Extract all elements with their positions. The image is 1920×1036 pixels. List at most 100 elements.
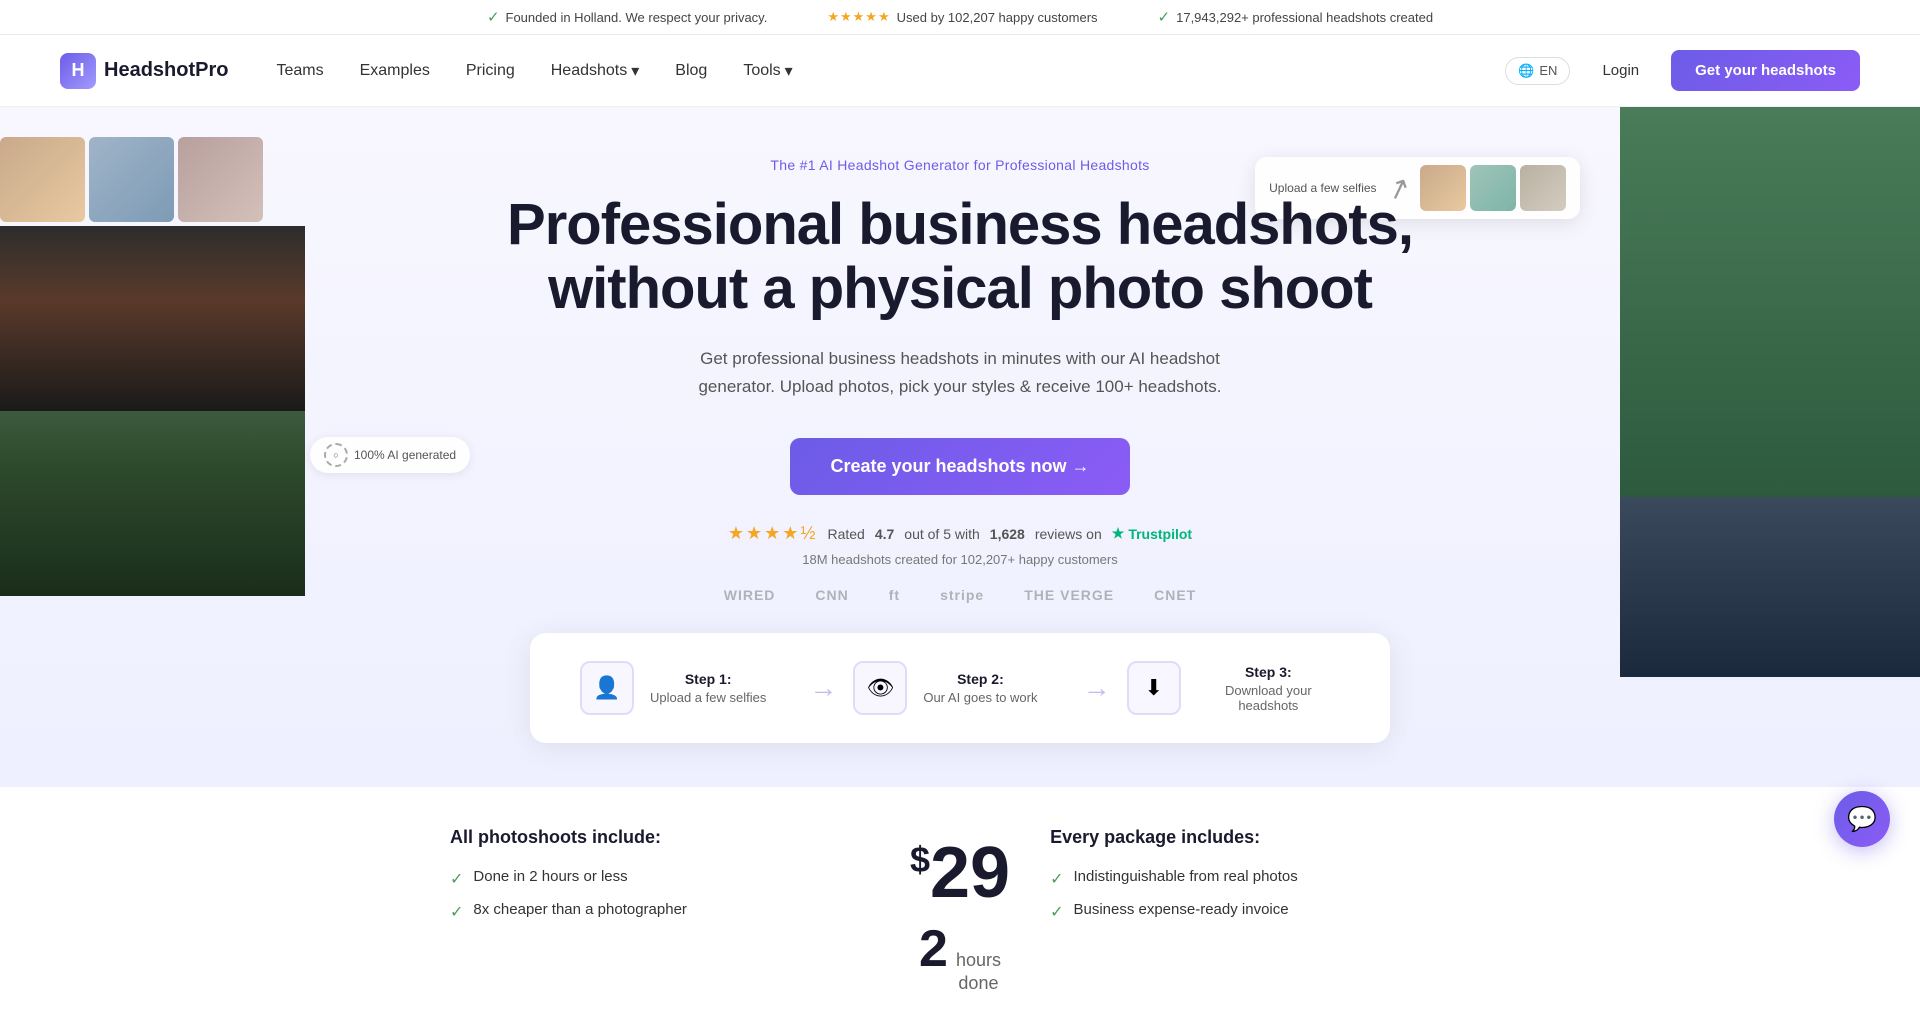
customers-count-text: 18M headshots created for 102,207+ happy…	[400, 552, 1520, 567]
check-icon-pkg-1: ✓	[450, 869, 463, 889]
step-1: 👤 Step 1: Upload a few selfies	[580, 661, 793, 715]
step-2-icon: 👁	[853, 661, 907, 715]
press-logo-stripe: stripe	[940, 587, 984, 603]
stars-rating: ★★★★½	[728, 523, 818, 544]
hero-badge: The #1 AI Headshot Generator for Profess…	[400, 157, 1520, 173]
hero-title-line2: without a physical photo shoot	[548, 256, 1372, 321]
logo-text: HeadshotPro	[104, 59, 228, 82]
press-logo-cnet: CNET	[1154, 587, 1196, 603]
package-item-2-text: 8x cheaper than a photographer	[473, 901, 687, 918]
reviews-on-text: reviews on	[1035, 526, 1102, 542]
stars-display: ★★★★½	[728, 523, 818, 543]
step-2-text: Step 2: Our AI goes to work	[923, 671, 1037, 705]
price-center: $29 2 hours done	[910, 827, 1010, 996]
hours-label: hours done	[956, 949, 1001, 996]
hero-subtitle: Get professional business headshots in m…	[660, 345, 1260, 403]
headshots-created-text: 17,943,292+ professional headshots creat…	[1176, 10, 1433, 25]
nav-link-pricing[interactable]: Pricing	[466, 62, 515, 80]
trustpilot-logo: ★ Trustpilot	[1112, 525, 1192, 542]
price-value: 29	[930, 833, 1010, 913]
chevron-down-icon: ▾	[631, 61, 639, 81]
package-item-1: ✓ Done in 2 hours or less	[450, 868, 870, 889]
step-3-icon: ⬇	[1127, 661, 1181, 715]
logo[interactable]: H HeadshotPro	[60, 53, 228, 89]
check-icon-2: ✓	[1158, 8, 1171, 26]
chevron-down-icon-2: ▾	[785, 61, 793, 81]
step-3-label: Step 3:	[1197, 664, 1340, 680]
topbar-item-headshots: ✓ 17,943,292+ professional headshots cre…	[1158, 8, 1434, 26]
out-of-text: out of 5 with	[904, 526, 980, 542]
hours-display: 2 hours done	[910, 919, 1010, 996]
step-3: ⬇ Step 3: Download your headshots	[1127, 661, 1340, 715]
flag-icon: 🌐	[1518, 63, 1534, 79]
press-logo-cnn: CNN	[815, 587, 848, 603]
package-item-real-photos: ✓ Indistinguishable from real photos	[1050, 868, 1470, 889]
nav-link-headshots[interactable]: Headshots ▾	[551, 61, 640, 81]
step-arrow-2: →	[1083, 672, 1111, 704]
check-icon-pkg-3: ✓	[1050, 869, 1063, 889]
price-display: $29	[910, 837, 1010, 909]
package-item-invoice: ✓ Business expense-ready invoice	[1050, 901, 1470, 922]
topbar-item-rating: ★★★★★ Used by 102,207 happy customers	[827, 9, 1097, 25]
navbar: H HeadshotPro Teams Examples Pricing Hea…	[0, 35, 1920, 107]
nav-link-examples[interactable]: Examples	[360, 62, 430, 80]
hero-cta-button[interactable]: Create your headshots now →	[790, 438, 1129, 495]
step-1-label: Step 1:	[650, 671, 766, 687]
privacy-text: Founded in Holland. We respect your priv…	[506, 10, 768, 25]
lang-text: EN	[1539, 63, 1557, 78]
hero-section: ○ 100% AI generated Upload a few selfies…	[0, 107, 1920, 787]
check-icon-pkg-4: ✓	[1050, 902, 1063, 922]
price-symbol: $	[910, 839, 930, 880]
stars-icon: ★★★★★	[827, 9, 890, 25]
package-item-2: ✓ 8x cheaper than a photographer	[450, 901, 870, 922]
step-arrow-1: →	[809, 672, 837, 704]
hero-title: Professional business headshots, without…	[400, 193, 1520, 321]
hours-number: 2	[919, 919, 948, 979]
step-2-label: Step 2:	[923, 671, 1037, 687]
step-1-icon: 👤	[580, 661, 634, 715]
logo-icon: H	[60, 53, 96, 89]
review-count: 1,628	[990, 526, 1025, 542]
customers-text: Used by 102,207 happy customers	[897, 10, 1098, 25]
hero-cta-text: Create your headshots now →	[830, 456, 1089, 477]
step-1-desc: Upload a few selfies	[650, 690, 766, 705]
chat-button[interactable]: 💬	[1834, 791, 1890, 847]
step-2: 👁 Step 2: Our AI goes to work	[853, 661, 1066, 715]
rating-section: ★★★★½ Rated 4.7 out of 5 with 1,628 revi…	[400, 523, 1520, 544]
nav-link-tools[interactable]: Tools ▾	[743, 61, 792, 81]
hero-title-line1: Professional business headshots,	[507, 192, 1413, 257]
chat-icon: 💬	[1847, 805, 1877, 834]
package-item-4-text: Business expense-ready invoice	[1073, 901, 1288, 918]
topbar-item-privacy: ✓ Founded in Holland. We respect your pr…	[487, 8, 767, 26]
rating-value: 4.7	[875, 526, 894, 542]
step-2-desc: Our AI goes to work	[923, 690, 1037, 705]
press-logo-ft: ft	[889, 587, 900, 603]
trustpilot-star-icon: ★	[1112, 525, 1125, 542]
press-logo-verge: THE VERGE	[1024, 587, 1114, 603]
press-logos: WIRED CNN ft stripe THE VERGE CNET	[400, 587, 1520, 603]
navbar-right: 🌐 EN Login Get your headshots	[1505, 50, 1860, 91]
check-icon-pkg-2: ✓	[450, 902, 463, 922]
step-1-text: Step 1: Upload a few selfies	[650, 671, 766, 705]
nav-links: Teams Examples Pricing Headshots ▾ Blog …	[276, 61, 792, 81]
language-selector[interactable]: 🌐 EN	[1505, 57, 1570, 85]
trustpilot-text: Trustpilot	[1128, 526, 1192, 542]
nav-link-teams[interactable]: Teams	[276, 62, 323, 80]
check-icon: ✓	[487, 8, 500, 26]
topbar: ✓ Founded in Holland. We respect your pr…	[0, 0, 1920, 35]
rated-label: Rated	[827, 526, 864, 542]
right-package-title: Every package includes:	[1050, 827, 1470, 848]
right-package-col: Every package includes: ✓ Indistinguisha…	[1050, 827, 1470, 934]
left-package-title: All photoshoots include:	[450, 827, 870, 848]
login-button[interactable]: Login	[1586, 54, 1655, 87]
get-headshots-button[interactable]: Get your headshots	[1671, 50, 1860, 91]
press-logo-wired: WIRED	[724, 587, 776, 603]
navbar-left: H HeadshotPro Teams Examples Pricing Hea…	[60, 53, 793, 89]
hero-content: The #1 AI Headshot Generator for Profess…	[0, 107, 1920, 783]
left-package-col: All photoshoots include: ✓ Done in 2 hou…	[450, 827, 870, 934]
nav-link-blog[interactable]: Blog	[675, 62, 707, 80]
steps-section: 👤 Step 1: Upload a few selfies → 👁 Step …	[530, 633, 1390, 743]
packages-section: All photoshoots include: ✓ Done in 2 hou…	[410, 827, 1510, 996]
step-3-desc: Download your headshots	[1197, 683, 1340, 713]
step-3-text: Step 3: Download your headshots	[1197, 664, 1340, 713]
